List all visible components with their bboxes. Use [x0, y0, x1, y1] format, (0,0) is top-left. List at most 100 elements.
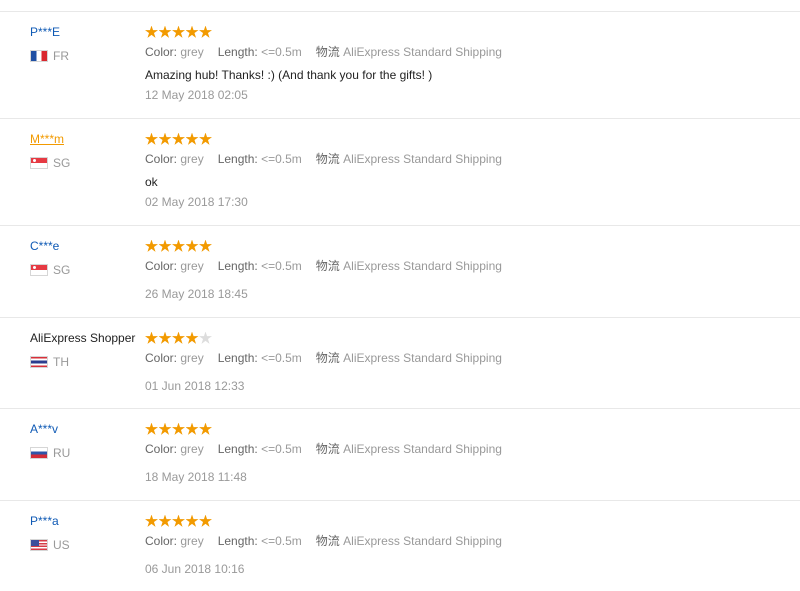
- color-label: Color:: [145, 45, 178, 59]
- star-filled-icon: [199, 25, 212, 38]
- review-content: Color: grey Length: <=0.5m 物流 AliExpress S…: [145, 513, 765, 577]
- star-rating: [145, 330, 765, 346]
- star-filled-icon: [145, 25, 158, 38]
- order-info: Color: grey Length: <=0.5m 物流 AliExpress S…: [145, 441, 765, 457]
- star-filled-icon: [185, 514, 199, 527]
- shipping-value: AliExpress Standard Shipping: [343, 442, 502, 456]
- order-info: Color: grey Length: <=0.5m 物流 AliExpress S…: [145, 258, 765, 274]
- length-value: <=0.5m: [261, 259, 302, 273]
- length-label: Length:: [217, 442, 258, 456]
- shipping-value: AliExpress Standard Shipping: [343, 152, 502, 166]
- star-filled-icon: [145, 514, 158, 527]
- shipping-label: 物流: [315, 259, 340, 273]
- star-filled-icon: [199, 132, 212, 145]
- star-filled-icon: [158, 514, 172, 527]
- reviewer-name-link[interactable]: P***E: [30, 24, 142, 40]
- star-rating: [145, 24, 765, 40]
- star-filled-icon: [158, 331, 172, 344]
- length-value: <=0.5m: [261, 351, 302, 365]
- reviewer-name-link[interactable]: P***a: [30, 513, 142, 529]
- reviewer-country: US: [30, 537, 142, 553]
- russia-flag-icon: [30, 447, 48, 459]
- star-filled-icon: [185, 331, 199, 344]
- singapore-flag-icon: [30, 157, 48, 169]
- length-value: <=0.5m: [261, 152, 302, 166]
- star-filled-icon: [172, 25, 185, 38]
- review-date: 26 May 2018 18:45: [145, 287, 248, 301]
- star-filled-icon: [185, 239, 199, 252]
- star-filled-icon: [199, 239, 212, 252]
- reviewer-info: C***e SG: [30, 238, 142, 278]
- shipping-label: 物流: [315, 442, 340, 456]
- order-info: Color: grey Length: <=0.5m 物流 AliExpress S…: [145, 533, 765, 549]
- reviewer-country: FR: [30, 48, 142, 64]
- star-filled-icon: [185, 132, 199, 145]
- review-item: P***a US Color: grey Length: <=0.5m 物流 Ali…: [0, 501, 800, 591]
- star-filled-icon: [185, 25, 199, 38]
- review-content: Color: grey Length: <=0.5m 物流 AliExpress S…: [145, 330, 765, 394]
- length-label: Length:: [217, 152, 258, 166]
- reviewer-info: M***m SG: [30, 131, 142, 171]
- usa-flag-icon: [30, 539, 48, 551]
- star-filled-icon: [158, 422, 172, 435]
- shipping-label: 物流: [315, 152, 340, 166]
- star-rating: [145, 238, 765, 254]
- reviewer-name-link[interactable]: M***m: [30, 131, 142, 147]
- reviewer-country: RU: [30, 445, 142, 461]
- star-filled-icon: [185, 422, 199, 435]
- shipping-label: 物流: [315, 351, 340, 365]
- color-value: grey: [180, 442, 204, 456]
- star-filled-icon: [172, 514, 185, 527]
- star-filled-icon: [172, 331, 185, 344]
- france-flag-icon: [30, 50, 48, 62]
- reviewer-info: P***E FR: [30, 24, 142, 64]
- review-item: C***e SG Color: grey Length: <=0.5m 物流 Ali…: [0, 226, 800, 318]
- star-filled-icon: [145, 239, 158, 252]
- color-label: Color:: [145, 152, 178, 166]
- length-value: <=0.5m: [261, 534, 302, 548]
- color-value: grey: [180, 45, 204, 59]
- reviewer-country: TH: [30, 354, 142, 370]
- star-filled-icon: [158, 239, 172, 252]
- country-code: SG: [53, 156, 71, 170]
- reviewer-info: P***a US: [30, 513, 142, 553]
- star-filled-icon: [158, 25, 172, 38]
- color-value: grey: [180, 259, 204, 273]
- star-filled-icon: [199, 514, 212, 527]
- reviewer-country: SG: [30, 262, 142, 278]
- length-value: <=0.5m: [261, 45, 302, 59]
- star-filled-icon: [145, 331, 158, 344]
- reviewer-name-link[interactable]: A***v: [30, 421, 142, 437]
- color-value: grey: [180, 534, 204, 548]
- reviewer-info: AliExpress Shopper TH: [30, 330, 142, 370]
- length-label: Length:: [217, 534, 258, 548]
- shipping-value: AliExpress Standard Shipping: [343, 351, 502, 365]
- review-text: ok: [145, 175, 158, 189]
- shipping-value: AliExpress Standard Shipping: [343, 534, 502, 548]
- color-label: Color:: [145, 442, 178, 456]
- review-content: Color: grey Length: <=0.5m 物流 AliExpress S…: [145, 238, 765, 302]
- star-filled-icon: [145, 132, 158, 145]
- reviewer-name-link[interactable]: C***e: [30, 238, 142, 254]
- review-content: Color: grey Length: <=0.5m 物流 AliExpress S…: [145, 24, 765, 103]
- color-label: Color:: [145, 259, 178, 273]
- review-date: 18 May 2018 11:48: [145, 470, 247, 484]
- country-code: FR: [53, 49, 69, 63]
- review-item: P***E FR Color: grey Length: <=0.5m 物流 Ali…: [0, 12, 800, 119]
- review-text: Amazing hub! Thanks! :) (And thank you f…: [145, 68, 433, 82]
- star-filled-icon: [145, 422, 158, 435]
- shipping-value: AliExpress Standard Shipping: [343, 259, 502, 273]
- reviewer-info: A***v RU: [30, 421, 142, 461]
- review-item: A***v RU Color: grey Length: <=0.5m 物流 Ali…: [0, 409, 800, 501]
- country-code: RU: [53, 446, 71, 460]
- order-info: Color: grey Length: <=0.5m 物流 AliExpress S…: [145, 44, 765, 60]
- order-info: Color: grey Length: <=0.5m 物流 AliExpress S…: [145, 350, 765, 366]
- star-filled-icon: [172, 422, 185, 435]
- review-content: Color: grey Length: <=0.5m 物流 AliExpress S…: [145, 131, 765, 210]
- star-filled-icon: [172, 239, 185, 252]
- star-filled-icon: [158, 132, 172, 145]
- review-date: 06 Jun 2018 10:16: [145, 562, 245, 576]
- color-label: Color:: [145, 351, 178, 365]
- reviewer-country: SG: [30, 155, 142, 171]
- color-value: grey: [180, 152, 204, 166]
